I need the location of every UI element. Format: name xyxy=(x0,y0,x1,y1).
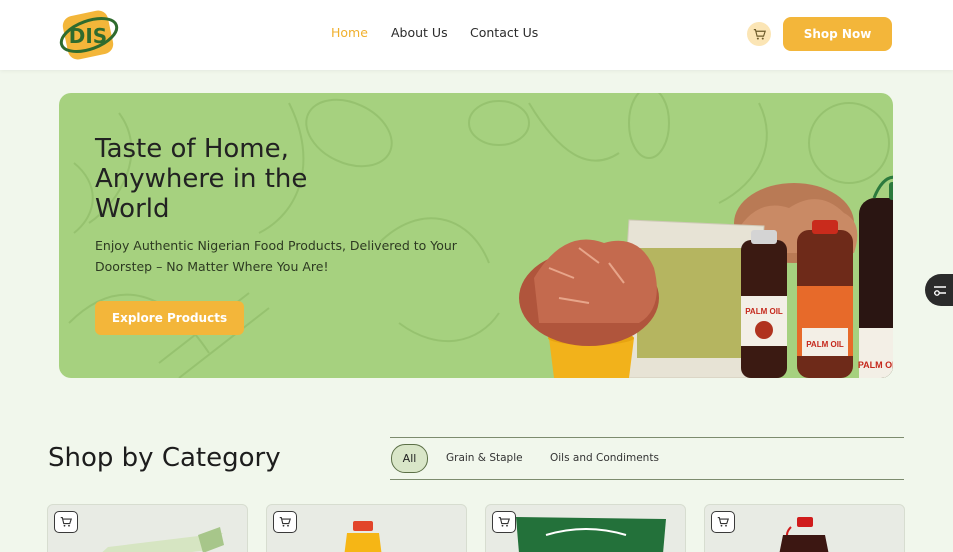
hero-products-image: PALM OIL PALM OIL PALM OIL xyxy=(519,175,893,378)
brand-logo[interactable]: DIS xyxy=(57,5,119,65)
add-to-cart-button[interactable] xyxy=(711,511,735,533)
floating-settings-button[interactable] xyxy=(925,274,953,306)
palm-oil-label-1: PALM OIL xyxy=(745,307,783,316)
add-to-cart-button[interactable] xyxy=(54,511,78,533)
filter-chip-all[interactable]: All xyxy=(391,444,428,473)
filter-chip-grain-staple[interactable]: Grain & Staple xyxy=(446,452,523,464)
site-header: DIS Home About Us Contact Us Shop Now xyxy=(0,0,953,70)
add-to-cart-button[interactable] xyxy=(273,511,297,533)
cart-icon xyxy=(717,516,729,527)
shop-now-button[interactable]: Shop Now xyxy=(783,17,892,51)
product-image xyxy=(102,527,224,552)
product-card[interactable] xyxy=(266,504,467,552)
hero-banner: Taste of Home, Anywhere in the World Enj… xyxy=(59,93,893,378)
hero-title: Taste of Home, Anywhere in the World xyxy=(95,134,308,224)
cart-icon xyxy=(498,516,510,527)
cart-icon xyxy=(753,28,766,40)
explore-products-button[interactable]: Explore Products xyxy=(95,301,244,335)
product-image xyxy=(779,517,829,552)
product-card[interactable] xyxy=(485,504,686,552)
product-image xyxy=(516,517,666,552)
cart-icon xyxy=(279,516,291,527)
cart-icon xyxy=(60,516,72,527)
nav-about-us[interactable]: About Us xyxy=(391,25,448,40)
cart-button[interactable] xyxy=(747,22,771,46)
add-to-cart-button[interactable] xyxy=(492,511,516,533)
sliders-icon xyxy=(934,286,946,296)
section-title-shop-by-category: Shop by Category xyxy=(48,443,281,473)
nav-contact-us[interactable]: Contact Us xyxy=(470,25,538,40)
logo-text: DIS xyxy=(69,24,107,48)
nav-home[interactable]: Home xyxy=(331,25,368,40)
hero-subtitle: Enjoy Authentic Nigerian Food Products, … xyxy=(95,238,457,274)
palm-oil-label-3: PALM OIL xyxy=(858,360,893,370)
palm-oil-label-2: PALM OIL xyxy=(806,340,844,349)
filter-chip-oils-condiments[interactable]: Oils and Condiments xyxy=(550,452,659,464)
category-filter-bar: All Grain & Staple Oils and Condiments xyxy=(390,437,904,480)
product-card[interactable] xyxy=(47,504,248,552)
product-image xyxy=(344,521,382,552)
product-card[interactable] xyxy=(704,504,905,552)
